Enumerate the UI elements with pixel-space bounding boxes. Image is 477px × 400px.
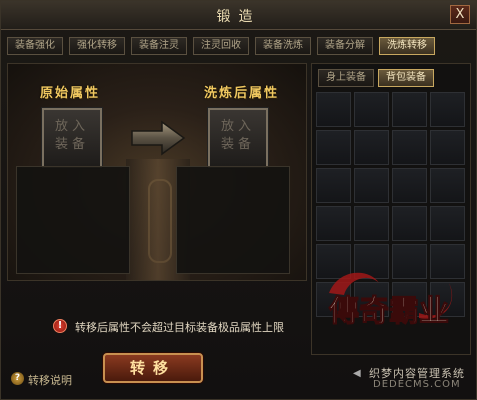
transfer-panel: 原始属性 洗炼后属性 放入装备 放入装备 (7, 63, 307, 281)
tab-enhance-transfer[interactable]: 强化转移 (69, 37, 125, 55)
source-equipment-slot[interactable]: 放入装备 (41, 107, 103, 169)
original-attributes-label: 原始属性 (40, 86, 101, 101)
inventory-slot[interactable] (354, 168, 389, 203)
tab-equip-decompose[interactable]: 装备分解 (317, 37, 373, 55)
transfer-help-link[interactable]: 转移说明 (28, 372, 72, 388)
tab-worn-equipment[interactable]: 身上装备 (318, 69, 374, 87)
inventory-slot[interactable] (430, 130, 465, 165)
title-bar: 锻造 X (1, 1, 476, 30)
tab-refine-transfer[interactable]: 洗炼转移 (379, 37, 435, 55)
inventory-slot[interactable] (392, 130, 427, 165)
inventory-slot[interactable] (316, 206, 351, 241)
game-logo: 傳奇霸业 (328, 272, 453, 330)
transfer-notice: 转移后属性不会超过目标装备极品属性上限 (75, 321, 284, 334)
page-left-arrow-icon[interactable]: ◀ (353, 367, 363, 381)
forge-window: 锻造 X 装备强化 强化转移 装备注灵 注灵回收 装备洗炼 装备分解 洗炼转移 … (0, 0, 477, 400)
arrow-right-icon (131, 120, 186, 156)
original-attributes-box (16, 166, 130, 274)
inventory-slot[interactable] (316, 92, 351, 127)
inventory-slot[interactable] (392, 168, 427, 203)
transfer-button[interactable]: 转移 (103, 353, 203, 383)
inventory-slot[interactable] (392, 206, 427, 241)
inventory-slot[interactable] (392, 92, 427, 127)
tab-equip-enhance[interactable]: 装备强化 (7, 37, 63, 55)
refined-attributes-label: 洗炼后属性 (204, 86, 280, 101)
slot-placeholder-text: 放入装备 (220, 119, 255, 152)
tab-equip-spirit[interactable]: 装备注灵 (131, 37, 187, 55)
window-title: 锻造 (216, 9, 261, 25)
inventory-slot[interactable] (354, 130, 389, 165)
inventory-slot[interactable] (316, 130, 351, 165)
tab-equip-refine[interactable]: 装备洗炼 (255, 37, 311, 55)
inventory-slot[interactable] (430, 92, 465, 127)
refined-attributes-box (176, 166, 290, 274)
inventory-slot[interactable] (354, 92, 389, 127)
slot-placeholder-text: 放入装备 (54, 119, 89, 152)
inventory-slot[interactable] (316, 168, 351, 203)
inventory-slot[interactable] (430, 168, 465, 203)
tab-spirit-recycle[interactable]: 注灵回收 (193, 37, 249, 55)
inventory-slot[interactable] (354, 206, 389, 241)
warning-icon: ! (53, 319, 67, 333)
target-equipment-slot[interactable]: 放入装备 (207, 107, 269, 169)
watermark-url: DEDECMS.COM (373, 379, 461, 390)
close-button[interactable]: X (450, 5, 470, 24)
tab-bag-equipment[interactable]: 背包装备 (378, 69, 434, 87)
help-icon[interactable]: ? (11, 372, 24, 385)
svg-text:傳奇霸业: 傳奇霸业 (328, 294, 449, 329)
inventory-slot[interactable] (430, 206, 465, 241)
